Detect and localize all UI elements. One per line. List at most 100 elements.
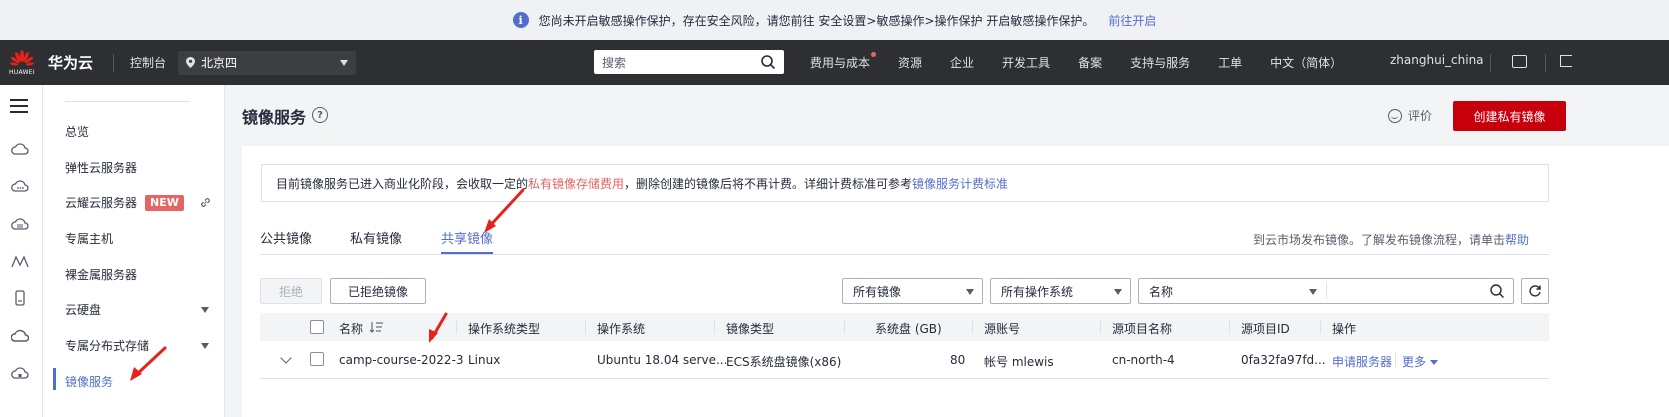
chevron-down-icon [1430,360,1439,365]
notice-enable-link[interactable]: 前往开启 [1108,12,1156,29]
refresh-button[interactable] [1521,278,1549,304]
column-divider [585,320,586,334]
tab-private-images[interactable]: 私有镜像 [350,228,402,247]
region-label: 北京四 [201,56,238,70]
search-icon[interactable] [1489,283,1505,299]
image-tabs: 公共镜像 私有镜像 共享镜像 到云市场发布镜像。了解发布镜像流程，请单击帮助 [260,220,1549,255]
cloud-lock-icon[interactable] [11,365,29,381]
active-tab-underline [441,252,493,254]
chevron-down-icon [340,59,349,66]
column-divider [972,320,973,334]
rejected-images-button[interactable]: 已拒绝镜像 [330,278,426,304]
tab-public-images[interactable]: 公共镜像 [260,228,312,247]
chevron-down-icon[interactable] [201,343,209,349]
reject-button[interactable]: 拒绝 [260,278,322,304]
col-source-project: 源项目名称 [1112,322,1173,336]
side-item-ecs[interactable]: 弹性云服务器 [65,159,137,176]
mountain-icon[interactable] [11,253,29,269]
brand-name[interactable]: 华为云 [48,52,93,73]
col-source-project-id: 源项目ID [1241,322,1290,336]
security-notice-bar: i 您尚未开启敏感操作保护，存在安全风险，请您前往 安全设置>敏感操作>操作保护… [0,0,1669,40]
service-rail [0,85,43,417]
user-account-menu[interactable]: zhanghui_china [1390,53,1484,67]
image-filter-value: 所有镜像 [853,284,902,299]
expand-row-icon[interactable] [280,352,292,364]
active-indicator [53,368,56,390]
nav-language[interactable]: 中文（简体） [1270,54,1342,71]
col-os: 操作系统 [597,322,646,336]
new-badge: NEW [145,194,184,211]
nav-filing[interactable]: 备案 [1078,54,1102,71]
side-item-flexus[interactable]: 云耀云服务器 NEW [65,194,184,211]
huawei-logo[interactable]: HUAWEI [2,40,42,85]
header-divider [1545,54,1546,72]
rate-button[interactable]: 评价 [1388,107,1432,124]
cell-disk: 80 [950,353,966,367]
search-field-select[interactable]: 名称 [1138,278,1514,304]
cloud-server-icon[interactable] [11,178,29,194]
rate-label: 评价 [1408,109,1433,123]
col-os-type: 操作系统类型 [468,322,541,336]
action-divider [1395,353,1396,367]
side-item-label: 云耀云服务器 [65,196,138,210]
apply-server-link[interactable]: 申请服务器 [1332,353,1392,370]
side-item-evs[interactable]: 云硬盘 [65,301,101,318]
console-link[interactable]: 控制台 [130,54,166,71]
logo-text: HUAWEI [9,68,35,76]
storage-icon[interactable] [11,290,29,306]
billing-tip: 目前镜像服务已进入商业化阶段，会收取一定的 私有镜像存储费用 ，删除创建的镜像后将不… [261,164,1549,202]
os-filter-value: 所有操作系统 [1001,284,1074,299]
col-disk: 系统盘 (GB) [875,322,942,336]
notice-message: 您尚未开启敏感操作保护，存在安全风险，请您前往 安全设置>敏感操作>操作保护 开… [538,13,1095,28]
side-item-overview[interactable]: 总览 [65,123,89,140]
column-divider [1100,320,1101,334]
chevron-down-icon [966,289,974,295]
col-image-type: 镜像类型 [726,322,775,336]
side-item-bms[interactable]: 裸金属服务器 [65,266,137,283]
cell-os-type: Linux [468,353,501,367]
terminal-icon[interactable] [1512,55,1527,68]
row-checkbox[interactable] [310,352,324,366]
tip-text: 目前镜像服务已进入商业化阶段，会收取一定的 [276,176,529,191]
image-filter-select[interactable]: 所有镜像 [842,278,983,304]
message-icon[interactable] [1560,55,1572,67]
col-name: 名称 [339,322,364,336]
storage-fee-link[interactable]: 私有镜像存储费用 [528,175,624,192]
search-placeholder: 搜索 [602,55,627,70]
column-divider [1320,320,1321,334]
cloud-outline-icon[interactable] [11,328,29,344]
menu-icon[interactable] [10,99,28,113]
ecs-side-menu: 总览 弹性云服务器 云耀云服务器 NEW 专属主机 裸金属服务器 云硬盘 专属分… [43,85,225,417]
billing-standard-link[interactable]: 镜像服务计费标准 [912,175,1008,192]
nav-support[interactable]: 支持与服务 [1130,54,1190,71]
chevron-down-icon [1309,289,1317,295]
tab-shared-images[interactable]: 共享镜像 [441,228,493,247]
marketplace-hint: 到云市场发布镜像。了解发布镜像流程，请单击帮助 [1253,231,1529,248]
region-selector[interactable]: 北京四 [178,50,357,75]
create-private-image-button[interactable]: 创建私有镜像 [1453,101,1566,131]
search-field-value: 名称 [1149,284,1174,299]
network-icon[interactable] [11,216,29,232]
select-all-checkbox[interactable] [310,320,324,334]
help-icon[interactable]: ? [312,107,328,123]
cell-image-type: ECS系统盘镜像(x86) [726,355,842,369]
global-search-input[interactable]: 搜索 [594,50,784,74]
more-actions-link[interactable]: 更多 [1402,353,1439,370]
side-item-ims[interactable]: 镜像服务 [65,373,113,390]
help-link[interactable]: 帮助 [1505,233,1529,247]
chevron-down-icon[interactable] [201,307,209,313]
nav-dev-tools[interactable]: 开发工具 [1002,54,1050,71]
os-filter-select[interactable]: 所有操作系统 [990,278,1131,304]
cloud-icon[interactable] [11,141,29,157]
side-item-dedicated-host[interactable]: 专属主机 [65,230,113,247]
side-item-dss[interactable]: 专属分布式存储 [65,337,149,354]
sort-icon[interactable] [370,321,384,333]
nav-billing[interactable]: 费用与成本 [810,52,877,71]
external-link-icon[interactable] [199,196,212,209]
search-icon[interactable] [760,54,776,70]
tip-text: ，删除创建的镜像后将不再计费。详细计费标准可参考 [624,176,913,191]
top-header: HUAWEI 华为云 控制台 北京四 搜索 费用与成本 资源 企业 开发工具 备… [0,40,1669,85]
nav-enterprise[interactable]: 企业 [950,54,974,71]
nav-tickets[interactable]: 工单 [1218,54,1242,71]
nav-resources[interactable]: 资源 [898,54,922,71]
